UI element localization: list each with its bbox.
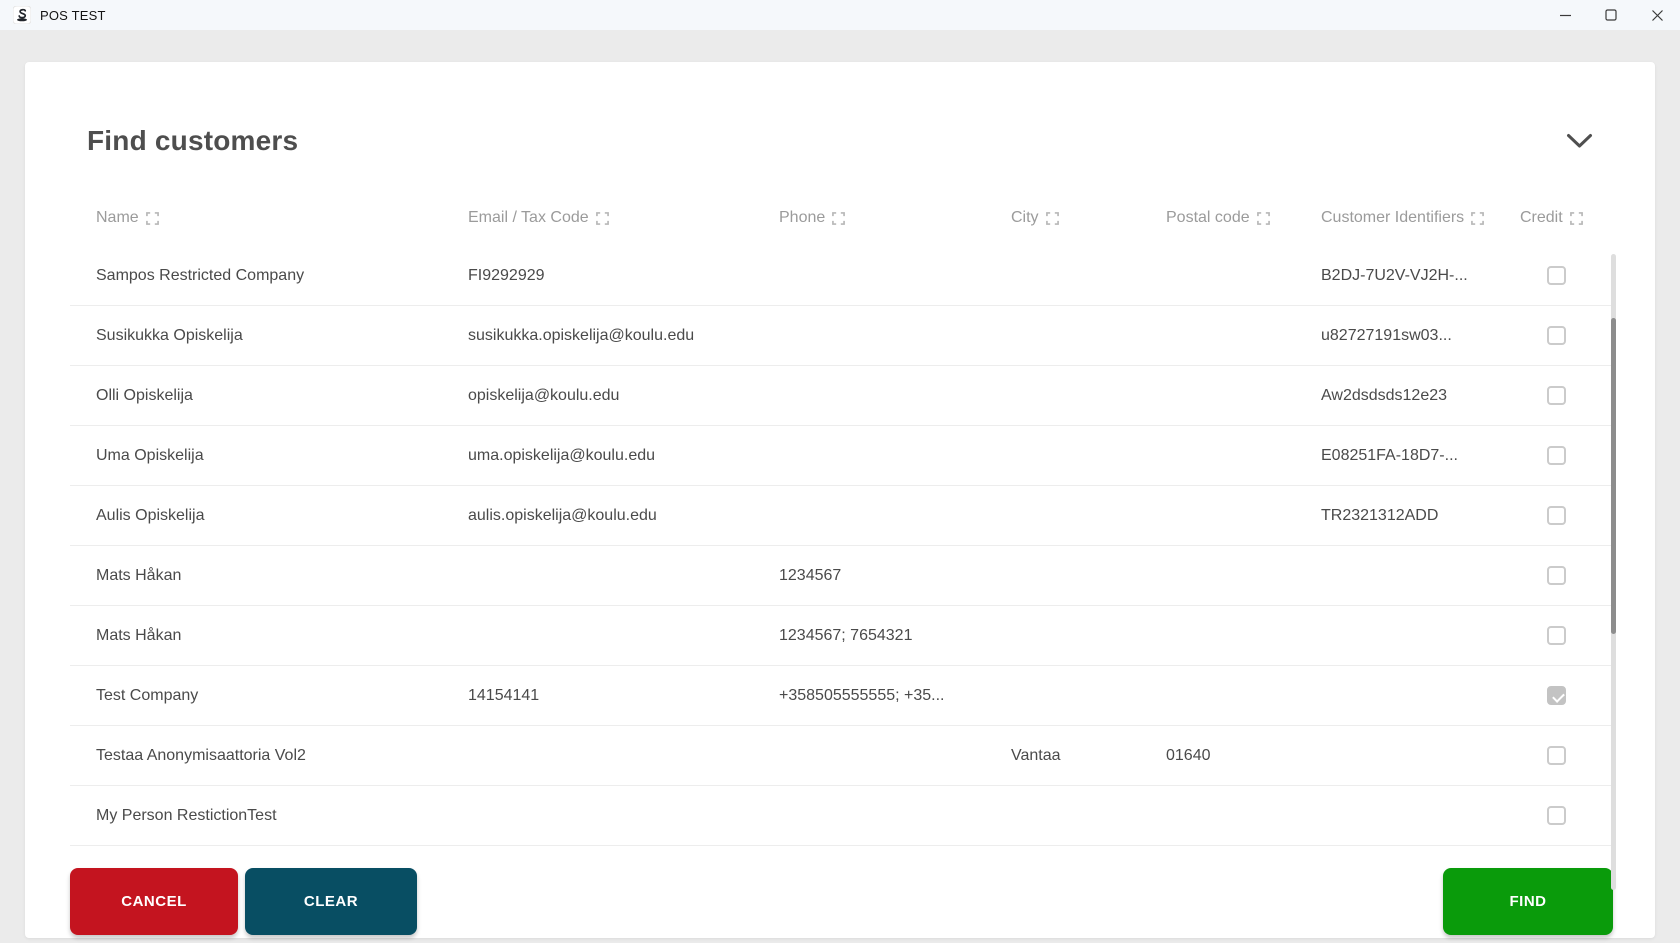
cell-credit bbox=[1500, 386, 1613, 405]
credit-checkbox[interactable] bbox=[1547, 326, 1566, 345]
cell-email: 14154141 bbox=[468, 687, 779, 705]
cell-credit bbox=[1500, 446, 1613, 465]
cell-email: opiskelija@koulu.edu bbox=[468, 387, 779, 405]
maximize-button[interactable] bbox=[1588, 0, 1634, 30]
column-header-customer-identifiers[interactable]: Customer Identifiers bbox=[1321, 209, 1500, 227]
cell-name: Sampos Restricted Company bbox=[70, 267, 468, 285]
close-button[interactable] bbox=[1634, 0, 1680, 30]
table-row[interactable]: Aulis Opiskelija aulis.opiskelija@koulu.… bbox=[70, 486, 1613, 546]
cell-name: Testaa Anonymisaattoria Vol2 bbox=[70, 747, 468, 765]
cell-email: uma.opiskelija@koulu.edu bbox=[468, 447, 779, 465]
corner-brackets-icon[interactable] bbox=[1471, 212, 1484, 225]
table-row[interactable]: Olli Opiskelija opiskelija@koulu.edu Aw2… bbox=[70, 366, 1613, 426]
cell-customer-identifiers: u82727191sw03... bbox=[1321, 327, 1500, 345]
cell-email: aulis.opiskelija@koulu.edu bbox=[468, 507, 779, 525]
cell-postal-code: 01640 bbox=[1166, 747, 1321, 765]
cell-phone: +358505555555; +35... bbox=[779, 687, 1011, 705]
cell-credit bbox=[1500, 266, 1613, 285]
vertical-scrollbar-thumb[interactable] bbox=[1611, 318, 1616, 634]
credit-checkbox[interactable] bbox=[1547, 266, 1566, 285]
column-label: Phone bbox=[779, 209, 825, 227]
cell-name: Uma Opiskelija bbox=[70, 447, 468, 465]
credit-checkbox[interactable] bbox=[1547, 566, 1566, 585]
table-row[interactable]: Sampos Restricted Company FI9292929 B2DJ… bbox=[70, 246, 1613, 306]
footer-actions: CANCEL CLEAR FIND bbox=[70, 868, 1613, 935]
cell-credit bbox=[1500, 686, 1613, 705]
table-row[interactable]: Mats Håkan 1234567 bbox=[70, 546, 1613, 606]
cell-phone: 1234567; 7654321 bbox=[779, 627, 1011, 645]
cell-name: Susikukka Opiskelija bbox=[70, 327, 468, 345]
corner-brackets-icon[interactable] bbox=[1046, 212, 1059, 225]
cell-credit bbox=[1500, 326, 1613, 345]
cell-name: Olli Opiskelija bbox=[70, 387, 468, 405]
column-header-name[interactable]: Name bbox=[70, 209, 468, 227]
table-row[interactable]: My Person RestictionTest bbox=[70, 786, 1613, 846]
credit-checkbox[interactable] bbox=[1547, 686, 1566, 705]
window-title: POS TEST bbox=[40, 8, 106, 23]
table-row[interactable]: Testaa Anonymisaattoria Vol2 Vantaa 0164… bbox=[70, 726, 1613, 786]
cell-name: My Person RestictionTest bbox=[70, 807, 468, 825]
app-logo-icon bbox=[13, 6, 31, 24]
column-label: Postal code bbox=[1166, 209, 1250, 227]
column-label: Name bbox=[96, 209, 139, 227]
column-label: Customer Identifiers bbox=[1321, 209, 1464, 227]
column-header-city[interactable]: City bbox=[1011, 209, 1166, 227]
cell-credit bbox=[1500, 506, 1613, 525]
minimize-button[interactable] bbox=[1542, 0, 1588, 30]
credit-checkbox[interactable] bbox=[1547, 446, 1566, 465]
panel-header: Find customers bbox=[87, 122, 1593, 160]
titlebar: POS TEST bbox=[0, 0, 1680, 30]
chevron-down-icon[interactable] bbox=[1566, 133, 1593, 149]
cell-name: Mats Håkan bbox=[70, 627, 468, 645]
cell-customer-identifiers: Aw2dsdsds12e23 bbox=[1321, 387, 1500, 405]
credit-checkbox[interactable] bbox=[1547, 386, 1566, 405]
column-header-credit[interactable]: Credit bbox=[1500, 209, 1613, 227]
cell-phone: 1234567 bbox=[779, 567, 1011, 585]
table-row[interactable]: Uma Opiskelija uma.opiskelija@koulu.edu … bbox=[70, 426, 1613, 486]
column-header-email[interactable]: Email / Tax Code bbox=[468, 209, 779, 227]
cell-credit bbox=[1500, 566, 1613, 585]
cell-customer-identifiers: TR2321312ADD bbox=[1321, 507, 1500, 525]
cell-customer-identifiers: B2DJ-7U2V-VJ2H-... bbox=[1321, 267, 1500, 285]
table-row[interactable]: Test Company 14154141 +358505555555; +35… bbox=[70, 666, 1613, 726]
clear-button[interactable]: CLEAR bbox=[245, 868, 417, 935]
cell-name: Mats Håkan bbox=[70, 567, 468, 585]
cell-credit bbox=[1500, 746, 1613, 765]
column-label: Email / Tax Code bbox=[468, 209, 589, 227]
credit-checkbox[interactable] bbox=[1547, 746, 1566, 765]
page-title: Find customers bbox=[87, 125, 298, 157]
cell-name: Test Company bbox=[70, 687, 468, 705]
credit-checkbox[interactable] bbox=[1547, 806, 1566, 825]
corner-brackets-icon[interactable] bbox=[832, 212, 845, 225]
table-header: Name Email / Tax Code Phone City bbox=[70, 206, 1613, 230]
table-body: Sampos Restricted Company FI9292929 B2DJ… bbox=[70, 246, 1655, 846]
cell-credit bbox=[1500, 626, 1613, 645]
app-background: Find customers Name Email / Tax Code bbox=[0, 30, 1680, 943]
table-row[interactable]: Mats Håkan 1234567; 7654321 bbox=[70, 606, 1613, 666]
column-label: City bbox=[1011, 209, 1039, 227]
find-customers-panel: Find customers Name Email / Tax Code bbox=[25, 62, 1655, 938]
cell-city: Vantaa bbox=[1011, 747, 1166, 765]
corner-brackets-icon[interactable] bbox=[596, 212, 609, 225]
credit-checkbox[interactable] bbox=[1547, 626, 1566, 645]
column-header-postal-code[interactable]: Postal code bbox=[1166, 209, 1321, 227]
cell-email: FI9292929 bbox=[468, 267, 779, 285]
cell-name: Aulis Opiskelija bbox=[70, 507, 468, 525]
corner-brackets-icon[interactable] bbox=[1257, 212, 1270, 225]
window-controls bbox=[1542, 0, 1680, 30]
vertical-scrollbar-track[interactable] bbox=[1611, 254, 1616, 890]
find-button[interactable]: FIND bbox=[1443, 868, 1613, 935]
cell-credit bbox=[1500, 806, 1613, 825]
cancel-button[interactable]: CANCEL bbox=[70, 868, 238, 935]
cell-customer-identifiers: E08251FA-18D7-... bbox=[1321, 447, 1500, 465]
column-header-phone[interactable]: Phone bbox=[779, 209, 1011, 227]
column-label: Credit bbox=[1520, 209, 1563, 227]
cell-email: susikukka.opiskelija@koulu.edu bbox=[468, 327, 779, 345]
table-row[interactable]: Susikukka Opiskelija susikukka.opiskelij… bbox=[70, 306, 1613, 366]
corner-brackets-icon[interactable] bbox=[1570, 212, 1583, 225]
corner-brackets-icon[interactable] bbox=[146, 212, 159, 225]
credit-checkbox[interactable] bbox=[1547, 506, 1566, 525]
